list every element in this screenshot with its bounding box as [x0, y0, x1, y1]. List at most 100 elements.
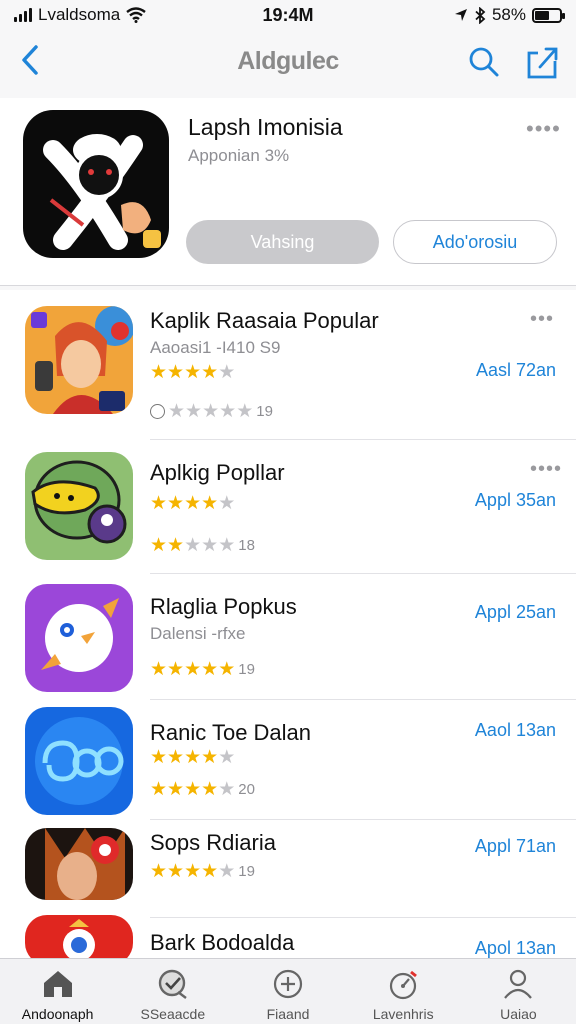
app-get-button[interactable]: Appl 25an: [475, 602, 556, 623]
star-icon: ★: [201, 362, 219, 383]
tab-add[interactable]: Fiaand: [230, 959, 345, 1024]
star-icon: ★: [218, 535, 236, 556]
rating-count: 19: [256, 403, 273, 420]
tab-label: Uaiao: [500, 1006, 537, 1022]
secondary-action-button[interactable]: Ado'orosiu: [393, 220, 557, 264]
app-name: Sops Rdiaria: [150, 830, 276, 855]
app-icon: [25, 306, 133, 414]
star-rating: ★ ★ ★ ★ ★ 19: [150, 660, 255, 679]
star-rating: ★ ★ ★ ★ ★: [150, 494, 235, 513]
tab-label: Andoonaph: [21, 1006, 94, 1022]
primary-action-button[interactable]: Vahsing: [186, 220, 379, 264]
tab-profile[interactable]: Uaiao: [461, 959, 576, 1024]
star-icon: ★: [236, 401, 254, 422]
bluetooth-icon: [475, 6, 486, 24]
star-icon: ★: [150, 493, 168, 514]
list-item[interactable]: Aplkig Popllar ★ ★ ★ ★ ★ ★ ★ ★ ★ ★ 18 Appl 35an •…: [0, 440, 576, 574]
location-arrow-icon: [454, 9, 467, 21]
star-icon: ★: [184, 779, 202, 800]
star-rating-secondary: ★ ★ ★ ★ ★ 19: [150, 402, 273, 421]
tab-home[interactable]: Andoonaph: [0, 959, 115, 1024]
star-rating-secondary: ★ ★ ★ ★ ★ 18: [150, 536, 255, 555]
star-icon: ★: [150, 362, 168, 383]
list-item[interactable]: Sops Rdiaria ★ ★ ★ ★ ★ 19 Appl 71an: [0, 820, 576, 918]
list-item[interactable]: Rlaglia Popkus Dalensi -rfxe ★ ★ ★ ★ ★ 19 App…: [0, 574, 576, 700]
app-get-button[interactable]: Aasl 72an: [476, 360, 556, 381]
share-button[interactable]: [520, 40, 564, 84]
star-rating: ★ ★ ★ ★ ★: [150, 363, 235, 382]
featured-more-button[interactable]: ••••: [526, 116, 561, 142]
share-icon: [527, 47, 558, 79]
app-icon: [25, 915, 133, 958]
star-icon: ★: [219, 401, 237, 422]
star-icon: ★: [167, 861, 185, 882]
tab-bar: Andoonaph SSeaacde Fiaand Lavenhris Uaia…: [0, 958, 576, 1024]
list-item[interactable]: Bark Bodoalda Apol 13an: [0, 915, 576, 958]
app-get-button[interactable]: Appl 35an: [475, 490, 556, 511]
person-icon: [501, 967, 535, 1001]
app-get-button[interactable]: Appl 71an: [475, 836, 556, 857]
star-icon: ★: [201, 747, 219, 768]
star-icon: ★: [201, 861, 219, 882]
app-name: Aplkig Popllar: [150, 460, 285, 485]
star-icon: ★: [184, 493, 202, 514]
list-item[interactable]: Kaplik Raasaia Popular Aaoasi1 -I410 S9 …: [0, 290, 576, 440]
home-icon: [41, 967, 75, 1001]
rating-count: 19: [238, 863, 255, 880]
plus-circle-icon: [271, 967, 305, 1001]
star-icon: ★: [167, 747, 185, 768]
star-icon: ★: [201, 493, 219, 514]
battery-percent: 58%: [491, 5, 526, 24]
star-icon: ★: [202, 401, 220, 422]
app-subtitle: Aaoasi1 -I410 S9: [150, 338, 281, 357]
app-list: Kaplik Raasaia Popular Aaoasi1 -I410 S9 …: [0, 290, 576, 958]
star-icon: ★: [218, 493, 236, 514]
tab-label: Lavenhris: [372, 1006, 434, 1022]
tab-search[interactable]: SSeaacde: [115, 959, 230, 1024]
app-icon: [25, 828, 133, 900]
search-icon: [469, 47, 499, 77]
tab-activity[interactable]: Lavenhris: [346, 959, 461, 1024]
app-name: Ranic Toe Dalan: [150, 720, 312, 745]
list-item[interactable]: Ranic Toe Dalan ★ ★ ★ ★ ★ ★ ★ ★ ★ ★ 20 Aaol 13an: [0, 700, 576, 820]
app-name: Rlaglia Popkus: [150, 594, 297, 619]
featured-app-icon[interactable]: [23, 110, 169, 258]
app-more-button[interactable]: ••••: [530, 458, 562, 481]
app-subtitle: Dalensi -rfxe: [150, 624, 246, 643]
app-more-button[interactable]: •••: [530, 308, 554, 331]
stopwatch-icon: [386, 967, 420, 1001]
app-icon: [25, 584, 133, 692]
app-get-button[interactable]: Aaol 13an: [475, 720, 556, 741]
status-bar: Lvaldsoma 19:4M 58%: [0, 0, 576, 30]
featured-app-title: Lapsh Imonisia: [188, 114, 343, 140]
status-time: 19:4M: [262, 4, 314, 25]
star-icon: ★: [218, 779, 236, 800]
star-icon: ★: [167, 535, 185, 556]
app-icon: [25, 452, 133, 560]
star-icon: ★: [218, 362, 236, 383]
signal-icon: [14, 8, 32, 22]
star-icon: ★: [167, 659, 185, 680]
app-get-button[interactable]: Apol 13an: [475, 938, 556, 958]
search-button[interactable]: [462, 40, 506, 84]
star-icon: ★: [184, 535, 202, 556]
star-rating-secondary: ★ ★ ★ ★ ★ 20: [150, 780, 255, 799]
star-icon: ★: [150, 747, 168, 768]
rating-count: 19: [238, 661, 255, 678]
app-name: Kaplik Raasaia Popular: [150, 308, 379, 333]
star-icon: ★: [184, 659, 202, 680]
star-icon: ★: [184, 362, 202, 383]
tab-label: Fiaand: [266, 1006, 310, 1022]
star-icon: ★: [184, 861, 202, 882]
star-icon: ★: [167, 362, 185, 383]
wifi-icon: [126, 7, 146, 23]
back-button[interactable]: [10, 40, 50, 80]
rating-count: 20: [238, 781, 255, 798]
star-icon: ★: [185, 401, 203, 422]
navigation-bar: Aldgulec: [0, 30, 576, 92]
star-icon: ★: [201, 779, 219, 800]
star-icon: ★: [168, 401, 186, 422]
star-icon: ★: [150, 659, 168, 680]
carrier-name: Lvaldsoma: [38, 5, 121, 24]
star-icon: ★: [201, 659, 219, 680]
